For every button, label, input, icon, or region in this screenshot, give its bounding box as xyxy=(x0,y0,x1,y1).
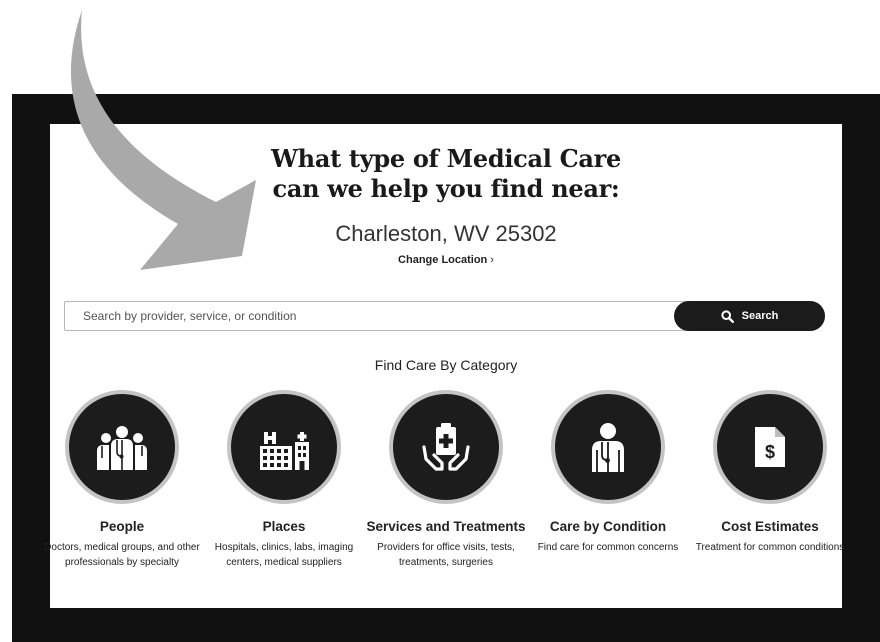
doctor-icon xyxy=(592,423,624,472)
hospital-building-icon xyxy=(260,432,309,470)
category-description: Hospitals, clinics, labs, imaging center… xyxy=(214,542,354,568)
change-location: Change Location › xyxy=(50,254,842,266)
page-title-line1: What type of Medical Care xyxy=(271,144,621,173)
category-description: Doctors, medical groups, and other profe… xyxy=(44,542,200,568)
category-people[interactable]: People Doctors, medical groups, and othe… xyxy=(42,390,202,570)
category-services[interactable]: Services and Treatments Providers for of… xyxy=(366,390,526,570)
category-people-button[interactable] xyxy=(65,390,179,504)
dollar-document-icon: $ xyxy=(755,427,785,467)
chevron-right-icon: › xyxy=(490,254,494,266)
change-location-link[interactable]: Change Location › xyxy=(398,254,494,266)
svg-text:$: $ xyxy=(765,442,775,462)
category-condition[interactable]: Care by Condition Find care for common c… xyxy=(528,390,688,555)
people-group-icon xyxy=(97,426,147,470)
category-cost-button[interactable]: $ xyxy=(713,390,827,504)
category-services-button[interactable] xyxy=(389,390,503,504)
category-places[interactable]: Places Hospitals, clinics, labs, imaging… xyxy=(204,390,364,570)
category-title: Cost Estimates xyxy=(721,519,819,534)
search-input[interactable] xyxy=(65,302,673,330)
search-button-label: Search xyxy=(741,310,779,322)
top-margin xyxy=(0,0,880,94)
current-location: Charleston, WV 25302 xyxy=(335,221,557,246)
category-title: Places xyxy=(262,519,306,534)
page-title-line2: can we help you find near: xyxy=(272,174,620,203)
search-bar: Search xyxy=(64,301,825,331)
hands-clipboard-icon xyxy=(422,423,470,471)
search-button[interactable]: Search xyxy=(674,301,825,331)
change-location-label: Change Location xyxy=(398,254,488,266)
category-title: Services and Treatments xyxy=(366,519,526,534)
page-title: What type of Medical Care can we help yo… xyxy=(50,144,842,204)
search-icon xyxy=(721,309,734,323)
category-description: Treatment for common conditions xyxy=(695,542,845,553)
categories-title: Find Care By Category xyxy=(374,357,518,373)
category-description: Providers for office visits, tests, trea… xyxy=(377,542,515,568)
category-title: Care by Condition xyxy=(549,519,667,534)
category-condition-button[interactable] xyxy=(551,390,665,504)
category-description: Find care for common concerns xyxy=(537,542,679,553)
category-cost[interactable]: $ Cost Estimates Treatment for common co… xyxy=(690,390,850,555)
category-title: People xyxy=(99,519,145,534)
category-places-button[interactable] xyxy=(227,390,341,504)
